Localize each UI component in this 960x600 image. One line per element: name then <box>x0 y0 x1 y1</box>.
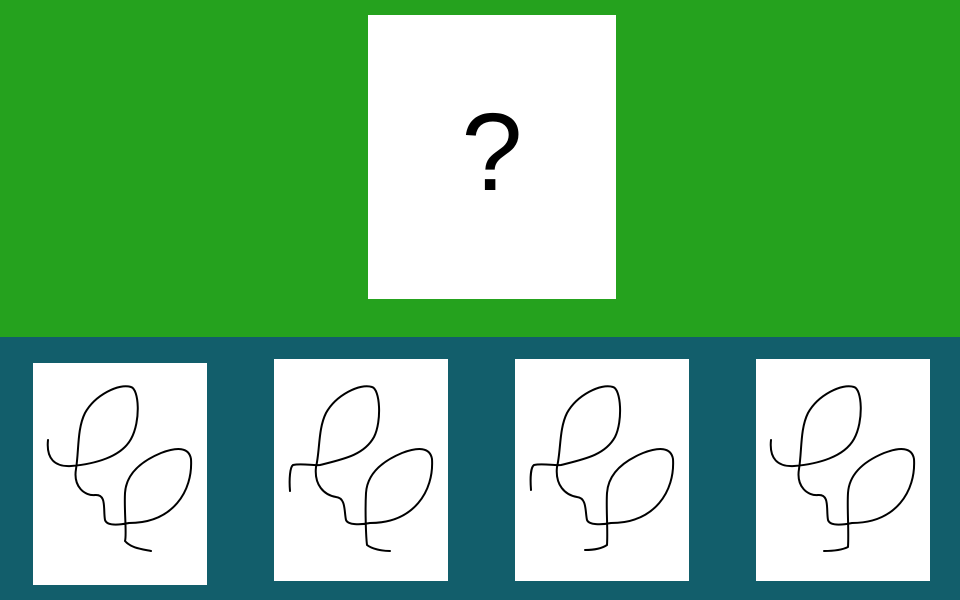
target-area: ? <box>0 0 960 337</box>
squiggle-drawing <box>46 385 193 552</box>
squiggle-drawing <box>769 385 916 552</box>
choice-card-2[interactable] <box>274 359 448 581</box>
choice-card-1[interactable] <box>33 363 207 585</box>
squiggle-drawing <box>529 385 675 551</box>
choice-card-3[interactable] <box>515 359 689 581</box>
squiggle-drawing <box>288 385 434 552</box>
target-card: ? <box>368 15 616 299</box>
choice-card-4[interactable] <box>756 359 930 581</box>
question-mark: ? <box>461 91 523 214</box>
